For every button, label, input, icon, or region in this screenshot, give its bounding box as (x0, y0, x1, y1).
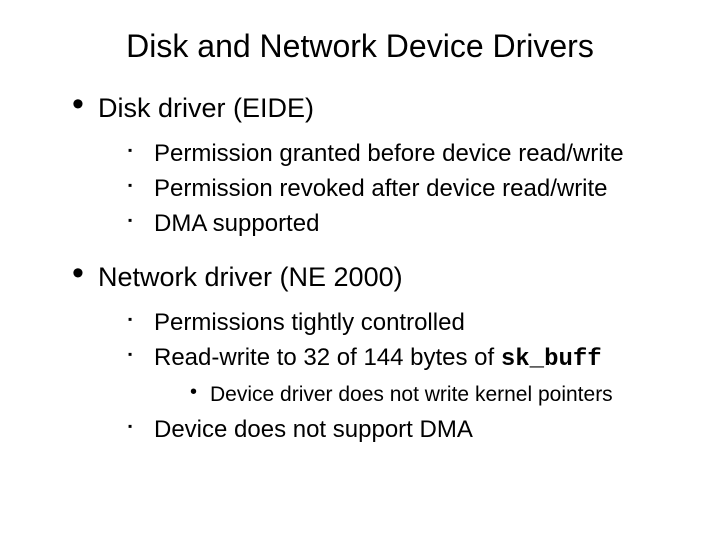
list-item: Permissions tightly controlled (128, 307, 670, 338)
sub-list: Permission granted before device read/wr… (98, 138, 670, 240)
subsub-list: Device driver does not write kernel poin… (154, 381, 670, 408)
list-item-label: Device does not support DMA (154, 416, 473, 443)
list-item: Permission granted before device read/wr… (128, 138, 670, 169)
list-item: DMA supported (128, 208, 670, 239)
sub-list: Permissions tightly controlled Read-writ… (98, 307, 670, 446)
list-item: Network driver (NE 2000) Permissions tig… (72, 262, 670, 446)
list-item: Device does not support DMA (128, 414, 670, 445)
bullet-list: Disk driver (EIDE) Permission granted be… (50, 93, 670, 445)
list-item: Device driver does not write kernel poin… (190, 381, 670, 408)
list-item: Permission revoked after device read/wri… (128, 173, 670, 204)
list-item: Read-write to 32 of 144 bytes of sk_buff… (128, 342, 670, 408)
list-item-label: Disk driver (EIDE) (98, 93, 314, 123)
list-item-label: Permission granted before device read/wr… (154, 140, 624, 167)
code-token: sk_buff (501, 346, 602, 373)
list-item-label: Permissions tightly controlled (154, 309, 465, 336)
slide-title: Disk and Network Device Drivers (50, 28, 670, 65)
list-item-label: Permission revoked after device read/wri… (154, 175, 608, 202)
list-item-label: Read-write to 32 of 144 bytes of (154, 344, 501, 371)
list-item-label: Network driver (NE 2000) (98, 262, 403, 292)
list-item-label: DMA supported (154, 210, 319, 237)
list-item: Disk driver (EIDE) Permission granted be… (72, 93, 670, 240)
list-item-label: Device driver does not write kernel poin… (210, 383, 613, 406)
